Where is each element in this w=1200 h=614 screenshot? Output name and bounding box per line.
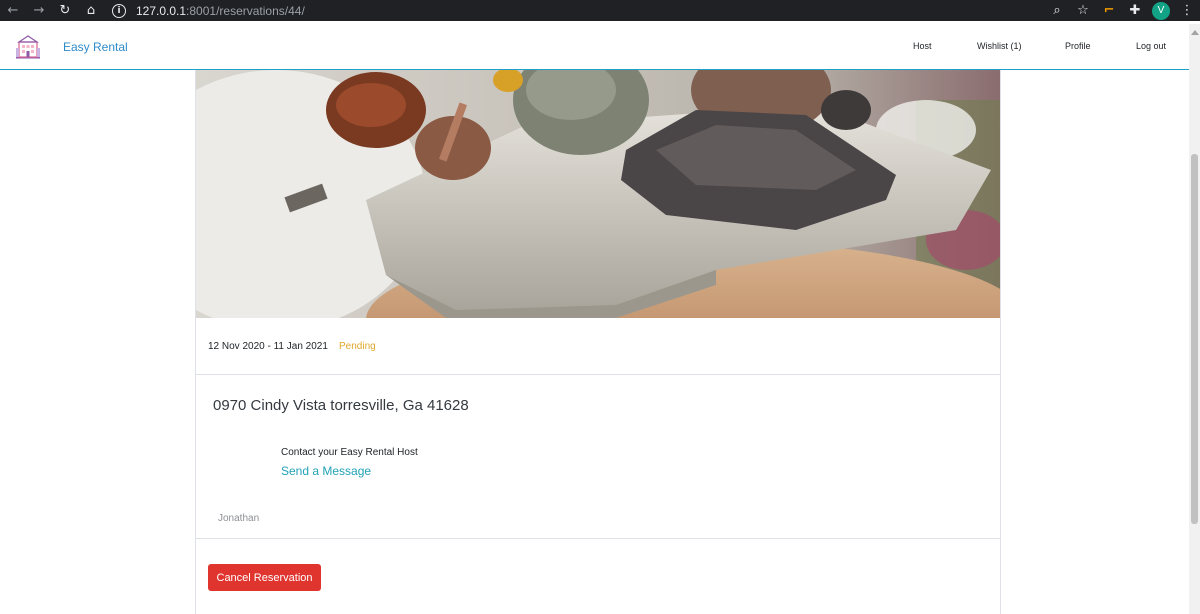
- address-bar[interactable]: i 127.0.0.1:8001/reservations/44/: [108, 0, 1106, 21]
- url-text[interactable]: 127.0.0.1:8001/reservations/44/: [136, 4, 305, 18]
- back-icon[interactable]: ←: [0, 0, 26, 21]
- url-host: 127.0.0.1: [136, 3, 187, 18]
- page-scrollbar[interactable]: [1189, 24, 1200, 614]
- info-icon[interactable]: i: [112, 3, 126, 18]
- reservation-card: 12 Nov 2020 - 11 Jan 2021 Pending 0970 C…: [195, 70, 1001, 614]
- home-icon[interactable]: ⌂: [78, 0, 104, 21]
- rocks-image: [196, 70, 1000, 318]
- nav-links: Host Wishlist (1) Profile Log out: [0, 41, 1189, 55]
- avatar: V: [1152, 1, 1170, 20]
- menu-icon[interactable]: ⋮: [1174, 0, 1200, 21]
- browser-toolbar: ← → ↻ ⌂ i 127.0.0.1:8001/reservations/44…: [0, 0, 1200, 21]
- reload-icon[interactable]: ↻: [52, 0, 78, 21]
- reservation-dates: 12 Nov 2020 - 11 Jan 2021: [208, 341, 328, 352]
- star-icon[interactable]: ☆: [1070, 0, 1096, 21]
- zoom-icon[interactable]: ⌕: [1044, 0, 1070, 21]
- nav-profile[interactable]: Profile: [1065, 41, 1091, 51]
- site-navbar: Easy Rental Host Wishlist (1) Profile Lo…: [0, 24, 1189, 70]
- nav-logout[interactable]: Log out: [1136, 41, 1166, 51]
- scroll-up-icon[interactable]: [1191, 30, 1199, 35]
- forward-icon[interactable]: →: [26, 0, 52, 21]
- profile-avatar[interactable]: V: [1148, 0, 1174, 21]
- divider: [196, 538, 1000, 539]
- contact-host-label: Contact your Easy Rental Host: [281, 447, 418, 458]
- nav-host[interactable]: Host: [913, 41, 932, 51]
- url-path: :8001/reservations/44/: [186, 3, 305, 18]
- listing-photo: [196, 70, 1000, 318]
- reservation-dates-row: 12 Nov 2020 - 11 Jan 2021 Pending: [196, 318, 1000, 375]
- send-message-link[interactable]: Send a Message: [281, 464, 371, 478]
- listing-address: 0970 Cindy Vista torresville, Ga 41628: [213, 397, 469, 414]
- scroll-thumb[interactable]: [1191, 154, 1198, 524]
- host-name: Jonathan: [218, 513, 260, 524]
- cancel-reservation-button[interactable]: Cancel Reservation: [208, 564, 321, 591]
- puzzle-icon[interactable]: ✚: [1122, 0, 1148, 21]
- nav-wishlist[interactable]: Wishlist (1): [977, 41, 1022, 51]
- status-badge: Pending: [339, 341, 376, 352]
- extension-icon[interactable]: ⌐: [1096, 0, 1122, 21]
